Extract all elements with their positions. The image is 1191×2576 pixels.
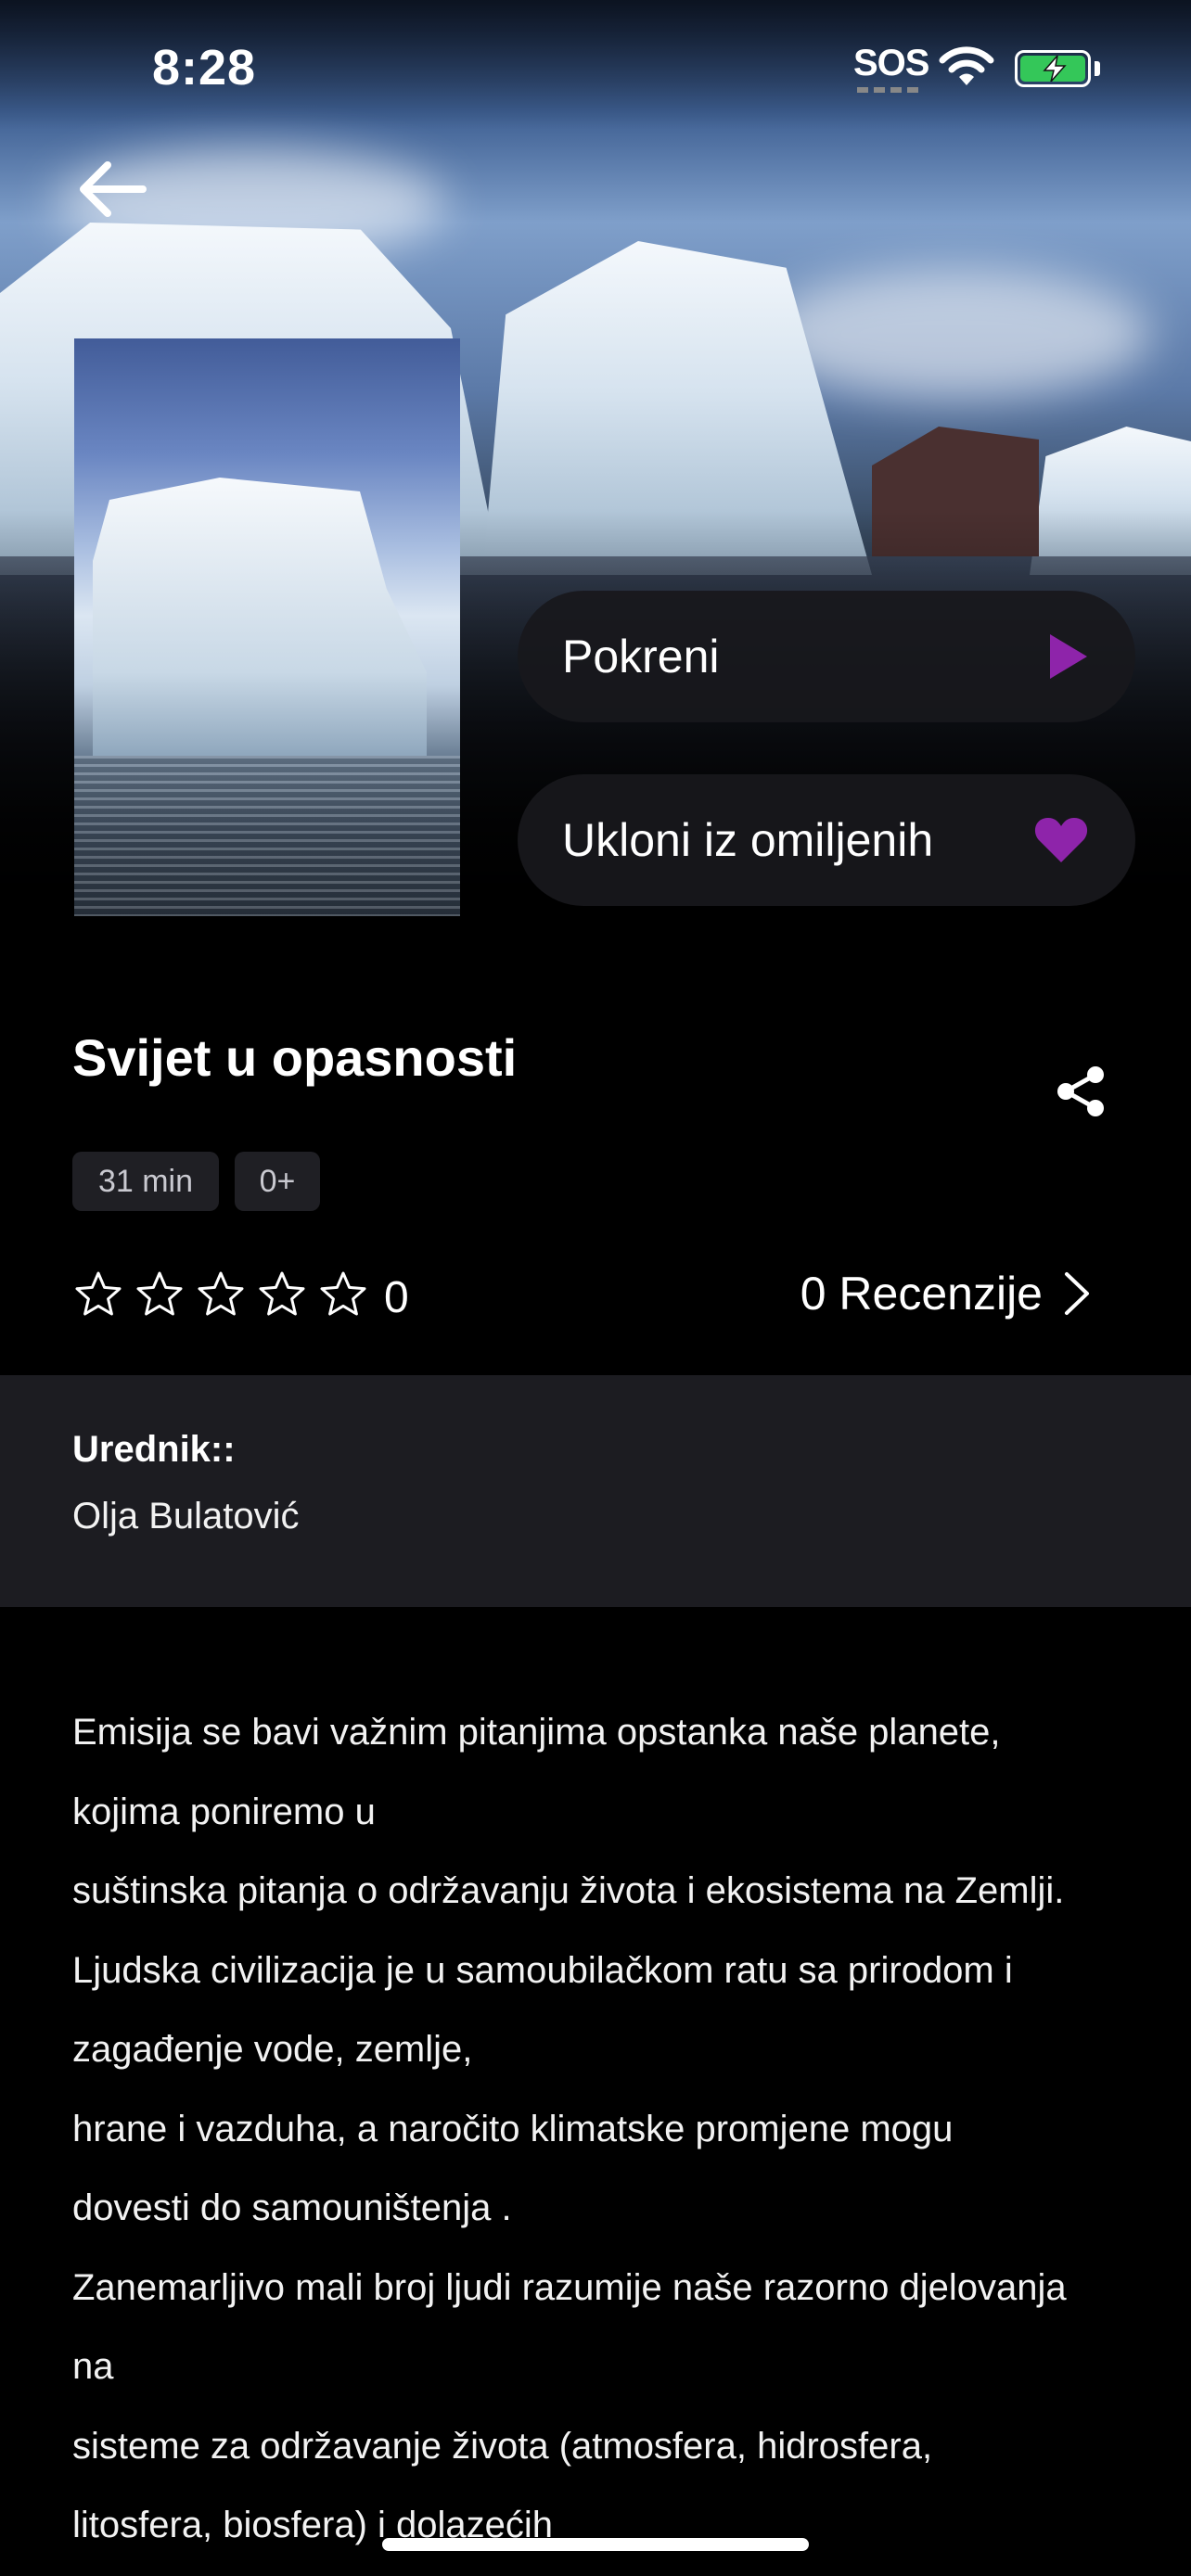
editor-label: Urednik:: (72, 1429, 236, 1470)
home-indicator[interactable] (382, 2538, 809, 2551)
poster-iceberg (93, 478, 427, 756)
description-line: kojima poniremo u (72, 1791, 376, 1832)
status-sos: SOS (853, 43, 929, 83)
wifi-icon (939, 46, 994, 85)
status-time: 8:28 (152, 40, 257, 96)
heart-icon (1034, 818, 1088, 862)
rating-stars (74, 1270, 367, 1319)
favorite-button-label: Ukloni iz omiljenih (562, 814, 934, 866)
age-rating-badge: 0+ (235, 1152, 320, 1211)
poster-reflection (74, 756, 460, 916)
description-line: zagađenje vode, zemlje, (72, 2029, 473, 2070)
reviews-link[interactable]: 0 Recenzije (800, 1267, 1091, 1320)
description-line: suštinska pitanja o održavanju života i … (72, 1870, 1065, 1911)
arrow-left-icon (80, 161, 147, 217)
description-text: Emisija se bavi važnim pitanjima opstank… (72, 1693, 1139, 2566)
play-button[interactable]: Pokreni (518, 591, 1135, 722)
reviews-label: 0 Recenzije (800, 1268, 1043, 1320)
cellular-signal-icon (857, 87, 918, 93)
editor-section: Urednik:: Olja Bulatović (0, 1375, 1191, 1607)
duration-badge: 31 min (72, 1152, 219, 1211)
star-outline-icon[interactable] (74, 1270, 122, 1319)
rating-value: 0 (384, 1273, 409, 1322)
status-bar: 8:28 SOS (0, 0, 1191, 139)
star-outline-icon[interactable] (197, 1270, 245, 1319)
description-line: litosfera, biosfera) i dolazećih (72, 2505, 554, 2545)
play-icon (1050, 634, 1087, 679)
chevron-right-icon (1065, 1272, 1089, 1315)
editor-name: Olja Bulatović (72, 1496, 300, 1537)
description-line: sisteme za održavanje života (atmosfera,… (72, 2425, 933, 2467)
description-line: Zanemarljivo mali broj ljudi razumije na… (72, 2266, 1067, 2308)
back-button[interactable] (74, 152, 148, 226)
show-poster (74, 338, 460, 916)
share-icon (1057, 1066, 1104, 1116)
remove-favorite-button[interactable]: Ukloni iz omiljenih (518, 774, 1135, 906)
battery-icon (1015, 50, 1091, 87)
description-line: hrane i vazduha, a naročito klimatske pr… (72, 2108, 954, 2149)
play-button-label: Pokreni (562, 631, 720, 682)
battery-cap (1095, 61, 1100, 76)
share-button[interactable] (1048, 1059, 1113, 1124)
description-line: na (72, 2346, 114, 2387)
description-line: dovesti do samouništenja . (72, 2187, 512, 2228)
show-title: Svijet u opasnosti (72, 1028, 518, 1087)
star-outline-icon[interactable] (258, 1270, 306, 1319)
star-outline-icon[interactable] (319, 1270, 367, 1319)
description-line: Ljudska civilizacija je u samoubilačkom … (72, 1949, 1013, 1991)
star-outline-icon[interactable] (135, 1270, 184, 1319)
description-line: Emisija se bavi važnim pitanjima opstank… (72, 1712, 1001, 1753)
